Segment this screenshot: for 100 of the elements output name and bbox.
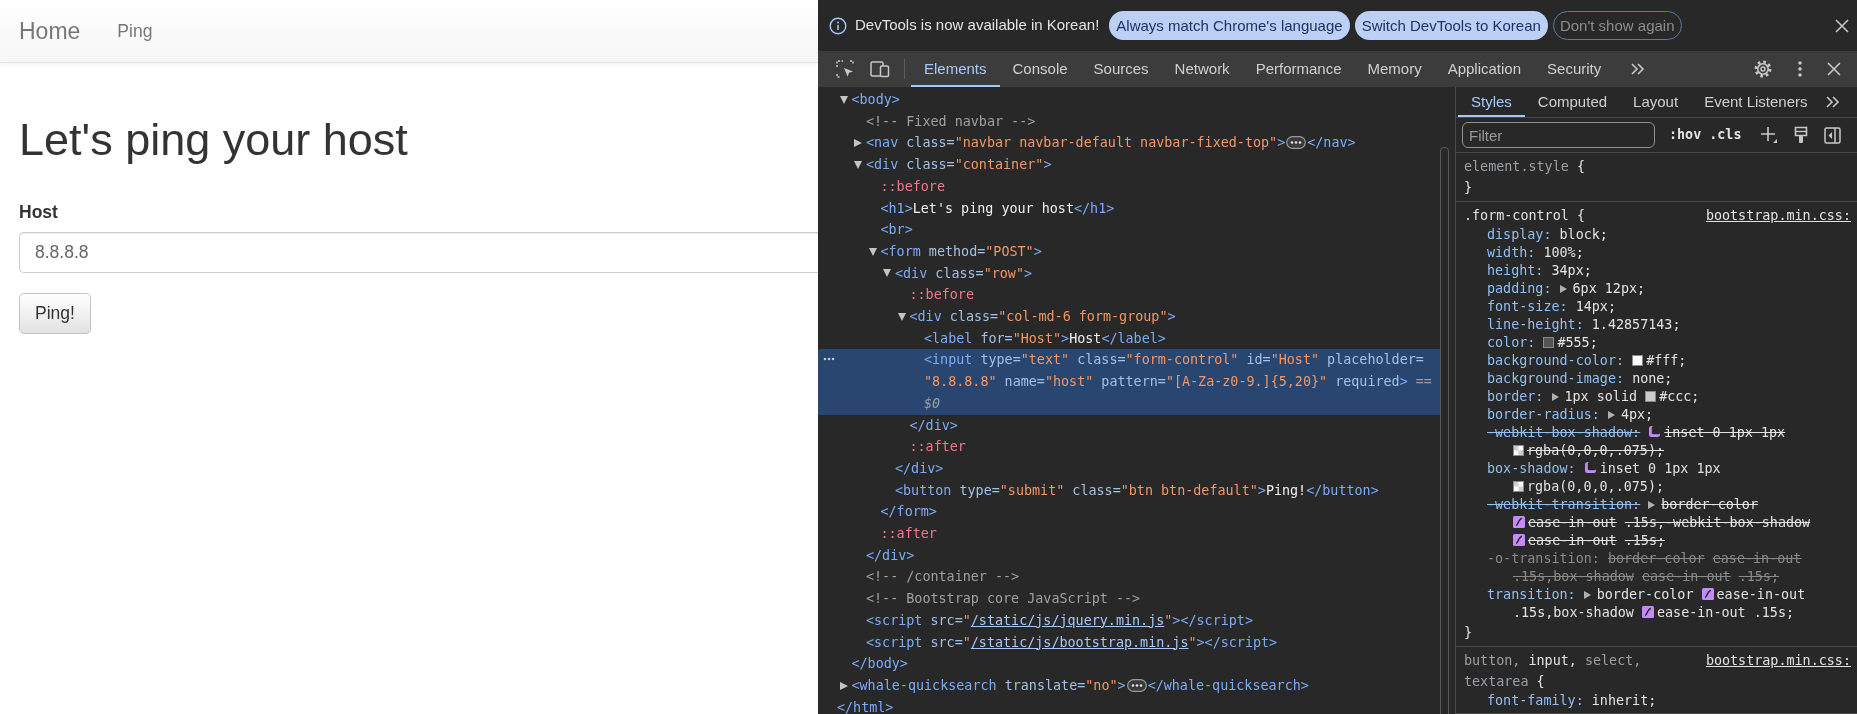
close-icon[interactable] xyxy=(1827,62,1841,76)
dom-tree-row[interactable]: ::before xyxy=(818,175,1441,198)
pane-tab[interactable]: Computed xyxy=(1524,87,1621,117)
property-value[interactable]: .15s; xyxy=(1738,569,1780,584)
easing-editor-icon[interactable] xyxy=(1701,588,1714,600)
property-value[interactable]: ease-in-out xyxy=(1716,587,1806,602)
property-name[interactable]: -o-transition: xyxy=(1487,551,1600,566)
property-value[interactable]: .15s; xyxy=(1624,533,1666,548)
property-value[interactable]: ease-in-out xyxy=(1712,551,1802,566)
filter-field[interactable]: Filter xyxy=(1462,122,1655,148)
dom-tree-row[interactable]: </form> xyxy=(818,501,1441,524)
dom-tree-row[interactable]: <!-- Fixed navbar --> xyxy=(818,110,1441,133)
property-name[interactable]: box-shadow: xyxy=(1487,461,1576,476)
property-value[interactable]: border-color xyxy=(1661,497,1758,512)
dom-tree-row[interactable]: ::before xyxy=(818,284,1441,307)
dom-tree-row[interactable]: <body> xyxy=(818,89,1441,111)
dom-tree-row[interactable]: <script src="/static/js/jquery.min.js"></script> xyxy=(818,609,1441,632)
property-value[interactable]: #ccc; xyxy=(1659,389,1700,404)
property-value[interactable]: .15s,box-shadow xyxy=(1513,569,1634,584)
property-name[interactable]: -webkit-transition: xyxy=(1487,497,1641,512)
expand-arrow-icon[interactable] xyxy=(1583,591,1591,599)
paint-brush-icon[interactable] xyxy=(1793,126,1808,144)
property-value[interactable]: block; xyxy=(1559,227,1608,242)
panel-tab[interactable]: Elements xyxy=(911,51,1000,87)
dom-tree-row[interactable]: <br> xyxy=(818,219,1441,241)
panel-tab[interactable]: Performance xyxy=(1242,51,1355,87)
panel-tab[interactable]: Memory xyxy=(1354,51,1435,87)
property-value[interactable]: border-color xyxy=(1596,587,1694,602)
property-name[interactable]: width: xyxy=(1487,245,1536,260)
property-name[interactable]: display: xyxy=(1487,227,1552,242)
property-value[interactable]: inset 0 1px 1px xyxy=(1664,425,1786,440)
close-icon[interactable] xyxy=(1835,18,1849,33)
source-link[interactable]: bootstrap.min.css: xyxy=(1705,650,1851,671)
property-name[interactable]: -webkit-box-shadow: xyxy=(1487,425,1641,440)
dom-tree-row[interactable]: <input type="text" class="form-control" id="Host" placeholder= "8.8.8.8" name="host" pattern="[A-Za-z0-9.]{5,20}" required> == $0 xyxy=(818,349,1441,415)
property-value[interactable]: #555; xyxy=(1557,335,1598,350)
infobar-button[interactable]: Switch DevTools to Korean xyxy=(1354,11,1548,40)
expand-arrow-icon[interactable] xyxy=(1607,411,1615,419)
ellipsis-icon[interactable] xyxy=(1286,136,1307,150)
dom-tree-row[interactable]: <!-- Bootstrap core JavaScript --> xyxy=(818,588,1441,610)
property-value[interactable]: ease-in-out xyxy=(1642,569,1731,584)
expand-arrow-icon[interactable] xyxy=(883,269,891,278)
host-field[interactable]: 8.8.8.8 xyxy=(19,232,818,273)
property-value[interactable]: inherit; xyxy=(1591,693,1657,708)
dom-tree-row[interactable]: <div class="row"> xyxy=(818,262,1441,285)
settings-icon[interactable] xyxy=(1753,59,1773,79)
property-name[interactable]: transition: xyxy=(1487,587,1576,602)
property-value[interactable]: #fff; xyxy=(1646,353,1687,368)
menu-icon[interactable] xyxy=(1797,60,1803,78)
property-name[interactable]: background-color: xyxy=(1487,353,1625,368)
pane-tab[interactable]: Layout xyxy=(1620,87,1692,117)
panel-tab[interactable]: Sources xyxy=(1080,51,1162,87)
expand-arrow-icon[interactable] xyxy=(839,95,848,104)
dom-tree-row[interactable]: <form method="POST"> xyxy=(818,240,1441,263)
more-tabs-icon[interactable] xyxy=(1824,95,1841,109)
more-tabs-icon[interactable] xyxy=(1630,62,1647,76)
panel-tab[interactable]: Network xyxy=(1161,51,1243,87)
dom-tree-row[interactable]: </html> xyxy=(818,696,1441,714)
dom-tree-row[interactable]: <h1>Let's ping your host</h1> xyxy=(818,197,1441,220)
infobar-button[interactable]: Always match Chrome's language xyxy=(1109,11,1350,40)
nav-link[interactable]: Ping xyxy=(117,17,153,45)
property-name[interactable]: color: xyxy=(1487,335,1536,350)
property-value[interactable]: 6px 12px; xyxy=(1572,281,1646,296)
expand-arrow-icon[interactable] xyxy=(839,681,848,690)
color-swatch[interactable] xyxy=(1632,355,1644,366)
toggle-button[interactable]: :hov xyxy=(1665,124,1706,146)
easing-editor-icon[interactable] xyxy=(1513,516,1525,528)
dom-tree-row[interactable]: </div> xyxy=(818,414,1441,437)
dom-tree-row[interactable]: <div class="col-md-6 form-group"> xyxy=(818,306,1441,328)
dom-tree-row[interactable]: </body> xyxy=(818,653,1441,675)
dots-icon[interactable] xyxy=(823,357,835,362)
color-swatch[interactable] xyxy=(1513,481,1524,492)
panel-tab[interactable]: Security xyxy=(1534,51,1615,87)
easing-editor-icon[interactable] xyxy=(1642,606,1654,618)
dom-tree-row[interactable]: ::after xyxy=(818,523,1441,545)
pane-tab[interactable]: Styles xyxy=(1458,87,1525,117)
dom-tree-row[interactable]: <label for="Host">Host</label> xyxy=(818,327,1441,350)
property-name[interactable]: border-radius: xyxy=(1487,407,1600,422)
property-name[interactable]: height: xyxy=(1487,263,1544,278)
property-value[interactable]: .15s,-webkit-box-shadow xyxy=(1624,515,1811,530)
property-value[interactable]: 100%; xyxy=(1543,245,1584,260)
pane-tab[interactable]: Event Listeners xyxy=(1691,87,1821,117)
dom-tree-row[interactable]: <div class="container"> xyxy=(818,154,1441,176)
expand-arrow-icon[interactable] xyxy=(854,139,862,148)
new-rule-icon[interactable] xyxy=(1759,126,1778,144)
property-name[interactable]: background-image: xyxy=(1487,371,1625,386)
device-toolbar-icon[interactable] xyxy=(870,60,890,78)
property-name[interactable]: font-size: xyxy=(1487,299,1568,314)
property-value[interactable]: inset 0 1px 1px xyxy=(1599,461,1721,476)
property-name[interactable]: font-family: xyxy=(1487,693,1584,708)
dom-tree-row[interactable]: <!-- /container --> xyxy=(818,566,1441,589)
expand-arrow-icon[interactable] xyxy=(1551,393,1559,401)
property-value[interactable]: 4px; xyxy=(1620,407,1654,422)
property-value[interactable]: border-color xyxy=(1607,551,1705,566)
property-value[interactable]: .15s; xyxy=(1753,605,1795,620)
sidebar-toggle-icon[interactable] xyxy=(1823,126,1841,144)
property-value[interactable]: 1.42857143; xyxy=(1591,317,1681,332)
expand-arrow-icon[interactable] xyxy=(854,160,862,169)
dom-tree-row[interactable]: <whale-quicksearch translate="no"> </whale-quicksearch> xyxy=(818,675,1441,697)
dom-tree-row[interactable]: <nav class="navbar navbar-default navbar-fixed-top"> </nav> xyxy=(818,132,1441,155)
